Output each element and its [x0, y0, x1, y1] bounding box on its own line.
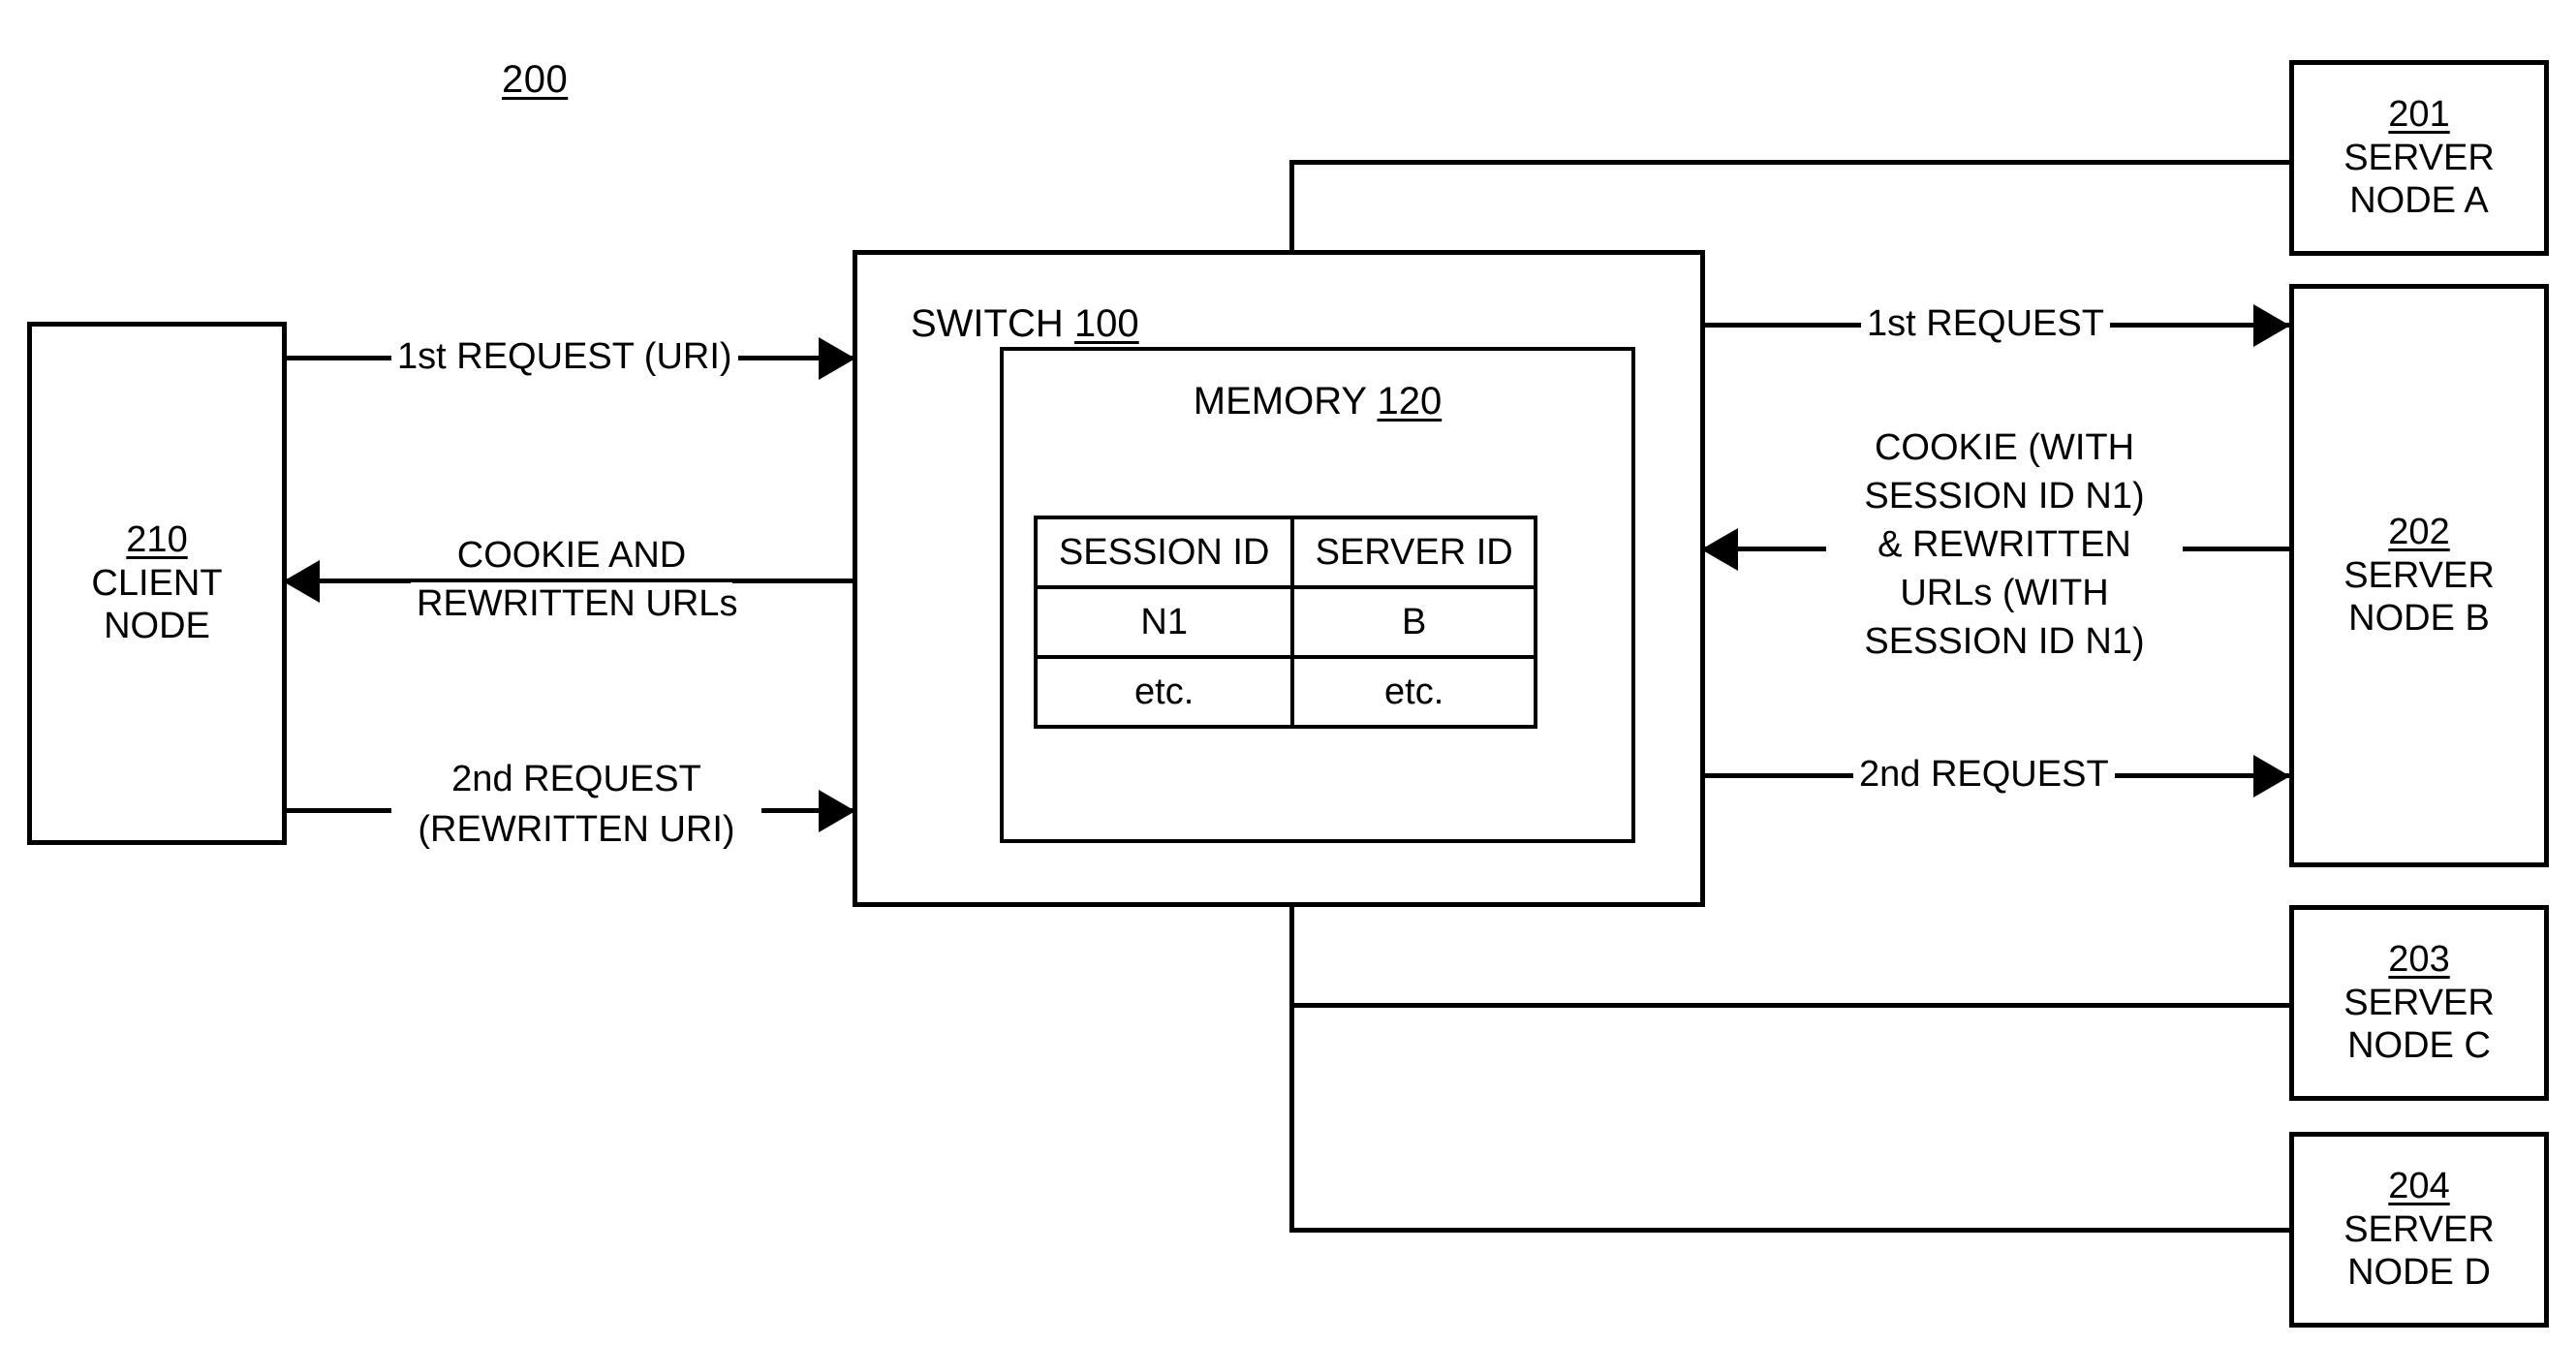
table-cell-server-etc: etc.: [1290, 655, 1537, 729]
switch-ref: 100: [1073, 302, 1139, 345]
edge-switch-to-server-b-first-label: 1st REQUEST: [1861, 302, 2110, 347]
server-node-a-label-line2: NODE A: [2349, 180, 2489, 222]
table-row: N1 B: [1033, 585, 1537, 659]
server-node-d-label-line2: NODE D: [2347, 1252, 2491, 1294]
table-row: etc. etc.: [1033, 655, 1537, 729]
table-header-server-id: SERVER ID: [1290, 516, 1537, 589]
client-node-ref: 210: [126, 518, 188, 560]
edge-server-b-to-switch-cookie-label-line4: URLs (WITH: [1826, 572, 2183, 616]
client-node-label-line1: CLIENT: [91, 562, 223, 604]
server-node-a-box[interactable]: 201 SERVER NODE A: [2289, 60, 2549, 256]
connector-switch-to-server-a-vertical: [1289, 160, 1294, 253]
connector-switch-to-server-cd-vertical: [1289, 903, 1294, 1233]
table-header-row: SESSION ID SERVER ID: [1033, 516, 1537, 589]
memory-heading: MEMORY 120: [1000, 380, 1635, 423]
server-node-a-ref: 201: [2388, 93, 2450, 135]
edge-server-b-to-switch-cookie-label-line2: SESSION ID N1): [1826, 475, 2183, 519]
edge-switch-to-server-b-first-arrowhead: [2253, 304, 2290, 347]
edge-server-b-to-switch-cookie-label-line1: COOKIE (WITH: [1826, 426, 2183, 471]
edge-switch-to-client-cookie-label-line2: REWRITTEN URLs: [411, 582, 737, 627]
table-cell-session-etc: etc.: [1033, 655, 1295, 729]
client-node-label-line2: NODE: [104, 606, 210, 647]
server-node-b-box[interactable]: 202 SERVER NODE B: [2289, 284, 2549, 867]
server-node-d-box[interactable]: 204 SERVER NODE D: [2289, 1132, 2549, 1328]
edge-server-b-to-switch-cookie-arrowhead: [1701, 528, 1738, 571]
edge-client-to-switch-first-label: 1st REQUEST (URI): [391, 335, 738, 380]
connector-switch-to-server-d-horizontal: [1289, 1228, 2291, 1233]
edge-client-to-switch-second-label-line1: 2nd REQUEST: [411, 758, 742, 802]
edge-client-to-switch-second-label-line2: (REWRITTEN URI): [391, 808, 761, 853]
switch-heading: SWITCH 100: [911, 302, 1139, 346]
connector-switch-to-server-a-horizontal: [1289, 160, 2291, 165]
memory-ref: 120: [1377, 380, 1443, 422]
table-cell-session-n1: N1: [1033, 585, 1295, 659]
server-node-d-label-line1: SERVER: [2343, 1208, 2495, 1250]
table-header-session-id: SESSION ID: [1033, 516, 1295, 589]
server-node-c-label-line2: NODE C: [2347, 1025, 2491, 1067]
edge-switch-to-server-b-second-label: 2nd REQUEST: [1853, 753, 2115, 798]
server-node-d-ref: 204: [2388, 1165, 2450, 1206]
memory-label: MEMORY: [1193, 380, 1367, 422]
edge-client-to-switch-second-arrowhead: [819, 790, 855, 832]
figure-number-label: 200: [502, 58, 569, 101]
edge-switch-to-client-cookie-label-line1: COOKIE AND: [411, 534, 732, 579]
server-node-b-ref: 202: [2388, 511, 2450, 552]
server-node-c-ref: 203: [2388, 938, 2450, 980]
patent-figure-canvas: 200 210 CLIENT NODE SWITCH 100 MEMORY 12…: [0, 0, 2576, 1345]
edge-client-to-switch-first-arrowhead: [819, 337, 855, 380]
session-table: SESSION ID SERVER ID N1 B etc. etc.: [1033, 516, 1537, 729]
server-node-b-label-line1: SERVER: [2343, 554, 2495, 596]
server-node-b-label-line2: NODE B: [2348, 598, 2490, 640]
switch-label: SWITCH: [911, 302, 1064, 345]
connector-switch-to-server-c-horizontal: [1289, 1003, 2291, 1008]
table-cell-server-b: B: [1290, 585, 1537, 659]
edge-server-b-to-switch-cookie-label-line3: & REWRITTEN: [1826, 523, 2183, 568]
server-node-c-box[interactable]: 203 SERVER NODE C: [2289, 905, 2549, 1101]
server-node-c-label-line1: SERVER: [2343, 982, 2495, 1023]
edge-server-b-to-switch-cookie-label-line5: SESSION ID N1): [1826, 620, 2183, 665]
server-node-a-label-line1: SERVER: [2343, 137, 2495, 178]
edge-switch-to-server-b-second-arrowhead: [2253, 755, 2290, 798]
client-node-box[interactable]: 210 CLIENT NODE: [27, 322, 287, 845]
edge-switch-to-client-cookie-arrowhead: [283, 560, 320, 603]
